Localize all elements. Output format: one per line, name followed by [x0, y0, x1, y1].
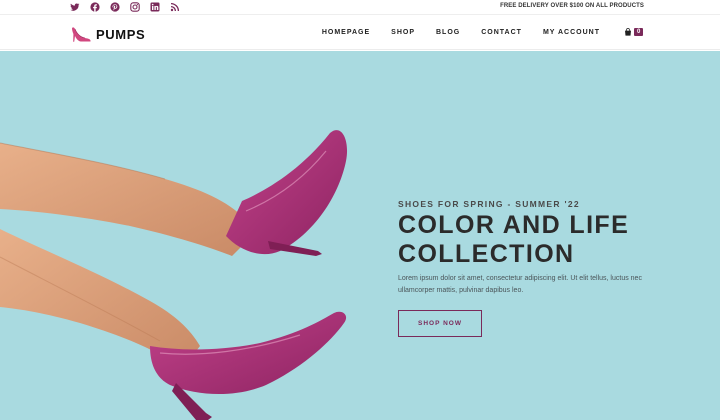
linkedin-icon[interactable] [150, 2, 160, 12]
hero-legs-heels-image [0, 130, 348, 420]
hero-eyebrow: SHOES FOR SPRING - SUMMER '22 [398, 199, 580, 209]
hero-headline-line-2: COLLECTION [398, 240, 575, 268]
nav-contact[interactable]: CONTACT [481, 29, 522, 36]
shopping-bag-icon [624, 28, 632, 36]
nav-blog[interactable]: BLOG [436, 29, 460, 36]
hero-headline: COLOR AND LIFE COLLECTION [398, 211, 698, 269]
shop-now-button[interactable]: SHOP NOW [398, 310, 482, 337]
hero-headline-line-1: COLOR AND LIFE [398, 211, 630, 239]
pinterest-icon[interactable] [110, 2, 120, 12]
hero-copy: SHOES FOR SPRING - SUMMER '22 COLOR AND … [398, 199, 698, 297]
twitter-icon[interactable] [70, 2, 80, 12]
nav-homepage[interactable]: HOMEPAGE [322, 29, 370, 36]
site-logo[interactable]: PUMPS [70, 25, 145, 43]
cart-button[interactable]: 0 [624, 28, 644, 36]
nav-my-account[interactable]: MY ACCOUNT [543, 29, 600, 36]
hero-description: Lorem ipsum dolor sit amet, consectetur … [398, 275, 642, 294]
main-nav: HOMEPAGE SHOP BLOG CONTACT MY ACCOUNT [322, 29, 600, 36]
site-header: PUMPS HOMEPAGE SHOP BLOG CONTACT MY ACCO… [0, 16, 720, 50]
cart-count-badge: 0 [634, 28, 644, 36]
facebook-icon[interactable] [90, 2, 100, 12]
top-utility-bar: FREE DELIVERY OVER $100 ON ALL PRODUCTS [0, 0, 720, 15]
hero-banner: SHOES FOR SPRING - SUMMER '22 COLOR AND … [0, 51, 720, 420]
logo-text: PUMPS [96, 26, 146, 42]
social-links [70, 2, 180, 12]
instagram-icon[interactable] [130, 2, 140, 12]
high-heel-logo-icon [70, 25, 92, 43]
nav-shop[interactable]: SHOP [391, 29, 415, 36]
free-delivery-note: FREE DELIVERY OVER $100 ON ALL PRODUCTS [500, 3, 644, 9]
rss-icon[interactable] [170, 2, 180, 12]
